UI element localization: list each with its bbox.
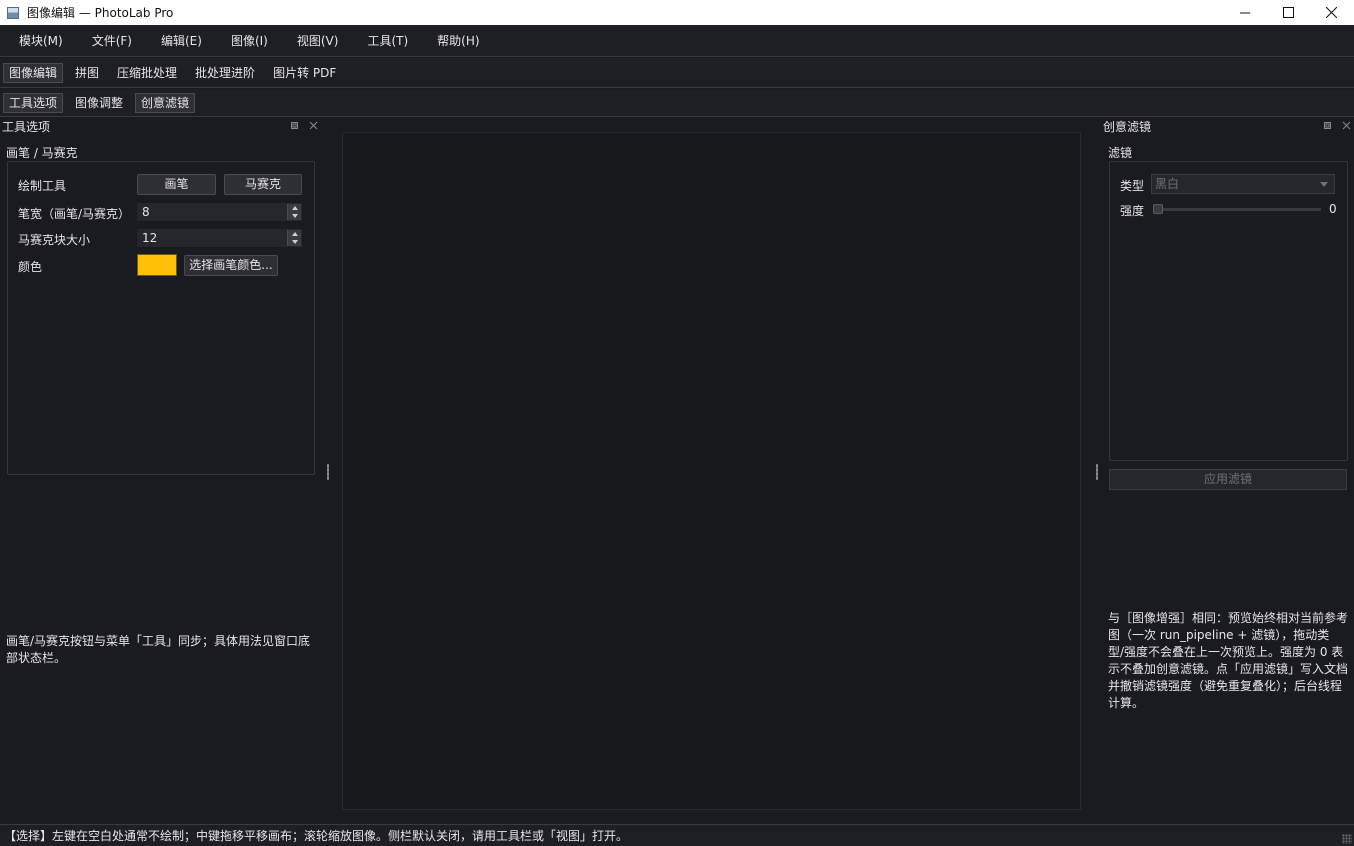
spin-up-icon[interactable] [287, 230, 301, 238]
menu-help[interactable]: 帮助(H) [426, 25, 490, 57]
brush-mosaic-group-title: 画笔 / 马赛克 [6, 146, 78, 160]
note-line: 图（一次 run_pipeline + 滤镜），拖动类 [1108, 628, 1330, 642]
brush-width-label: 笔宽（画笔/马赛克） [18, 207, 131, 221]
float-icon[interactable] [290, 121, 299, 130]
filter-group [1109, 161, 1348, 461]
left-dock-note: 画笔/马赛克按钮与菜单「工具」同步；具体用法见窗口底 部状态栏。 [6, 633, 326, 667]
menu-module[interactable]: 模块(M) [8, 25, 74, 57]
slider-handle[interactable] [1153, 204, 1163, 214]
mosaic-block-spinbox[interactable]: 12 [137, 229, 302, 247]
toggle-tool-options[interactable]: 工具选项 [3, 92, 64, 113]
tab-batch-advanced[interactable]: 批处理进阶 [189, 63, 261, 83]
left-dock-title: 工具选项 [2, 120, 51, 134]
right-splitter-handle[interactable] [1096, 464, 1098, 480]
close-icon[interactable] [1342, 121, 1351, 130]
tab-collage[interactable]: 拼图 [69, 63, 105, 83]
title-bar: 图像编辑 — PhotoLab Pro [0, 0, 1354, 25]
tab-compress-batch[interactable]: 压缩批处理 [111, 63, 183, 83]
menu-image[interactable]: 图像(I) [220, 25, 279, 57]
tab-image-edit[interactable]: 图像编辑 [3, 62, 64, 83]
note-line: 画笔/马赛克按钮与菜单「工具」同步；具体用法见窗口底 [6, 634, 311, 648]
tab-image-to-pdf[interactable]: 图片转 PDF [267, 63, 342, 83]
draw-tool-label: 绘制工具 [18, 179, 67, 193]
window-title: 图像编辑 — PhotoLab Pro [27, 6, 174, 20]
float-icon[interactable] [1323, 121, 1332, 130]
menu-edit[interactable]: 编辑(E) [150, 25, 213, 57]
spin-down-icon[interactable] [287, 212, 301, 220]
maximize-icon [1282, 7, 1294, 18]
note-line: 计算。 [1108, 696, 1145, 710]
apply-filter-button[interactable]: 应用滤镜 [1109, 469, 1347, 490]
filter-strength-label: 强度 [1120, 204, 1145, 218]
minimize-icon [1240, 12, 1250, 13]
brush-width-spinbox[interactable]: 8 [137, 203, 302, 221]
toggle-image-adjust[interactable]: 图像调整 [69, 93, 129, 113]
menu-view[interactable]: 视图(V) [286, 25, 350, 57]
left-splitter-handle[interactable] [327, 464, 329, 480]
note-line: 部状态栏。 [6, 651, 67, 665]
minimize-button[interactable] [1222, 0, 1268, 25]
maximize-button[interactable] [1265, 0, 1311, 25]
mosaic-block-label: 马赛克块大小 [18, 233, 91, 247]
filter-type-label: 类型 [1120, 179, 1145, 193]
brush-width-value: 8 [142, 205, 150, 219]
mosaic-block-value: 12 [142, 231, 158, 245]
color-swatch[interactable] [137, 254, 177, 276]
image-canvas[interactable] [342, 132, 1081, 810]
filter-type-value: 黑白 [1155, 177, 1180, 191]
chevron-down-icon [1320, 182, 1328, 187]
spin-down-icon[interactable] [287, 238, 301, 246]
toggle-creative-filter[interactable]: 创意滤镜 [135, 92, 196, 113]
pick-color-button[interactable]: 选择画笔颜色... [184, 255, 278, 276]
status-bar: 【选择】左键在空白处通常不绘制；中键拖移平移画布；滚轮缩放图像。侧栏默认关闭，请… [0, 824, 1354, 846]
close-button[interactable] [1308, 0, 1354, 25]
filter-strength-value: 0 [1329, 202, 1337, 216]
note-line: 示不叠加创意滤镜。点「应用滤镜」写入文档 [1108, 662, 1349, 676]
right-dock-note: 与［图像增强］相同：预览始终相对当前参考 图（一次 run_pipeline +… [1108, 610, 1352, 712]
close-icon [1325, 7, 1337, 18]
right-dock-title: 创意滤镜 [1103, 120, 1152, 134]
resize-grip[interactable] [1342, 834, 1352, 844]
note-line: 与［图像增强］相同：预览始终相对当前参考 [1108, 611, 1349, 625]
filter-type-select[interactable]: 黑白 [1151, 174, 1335, 194]
mosaic-button[interactable]: 马赛克 [224, 174, 302, 195]
menu-bar: 模块(M) 文件(F) 编辑(E) 图像(I) 视图(V) 工具(T) 帮助(H… [0, 25, 1354, 57]
menu-tools[interactable]: 工具(T) [356, 25, 419, 57]
filter-group-title: 滤镜 [1108, 146, 1133, 160]
spin-up-icon[interactable] [287, 204, 301, 212]
panel-toolbar: 工具选项 图像调整 创意滤镜 [0, 89, 1354, 117]
note-line: 型/强度不会叠在上一次预览上。强度为 0 表 [1108, 645, 1344, 659]
close-icon[interactable] [309, 121, 318, 130]
color-label: 颜色 [18, 260, 43, 274]
menu-file[interactable]: 文件(F) [81, 25, 143, 57]
filter-strength-slider[interactable] [1153, 208, 1321, 211]
status-text: 【选择】左键在空白处通常不绘制；中键拖移平移画布；滚轮缩放图像。侧栏默认关闭，请… [4, 829, 629, 843]
brush-button[interactable]: 画笔 [137, 174, 216, 195]
app-icon [7, 6, 19, 19]
module-toolbar: 图像编辑 拼图 压缩批处理 批处理进阶 图片转 PDF [0, 58, 1354, 88]
note-line: 并撤销滤镜强度（避免重复叠化）；后台线程 [1108, 679, 1343, 693]
